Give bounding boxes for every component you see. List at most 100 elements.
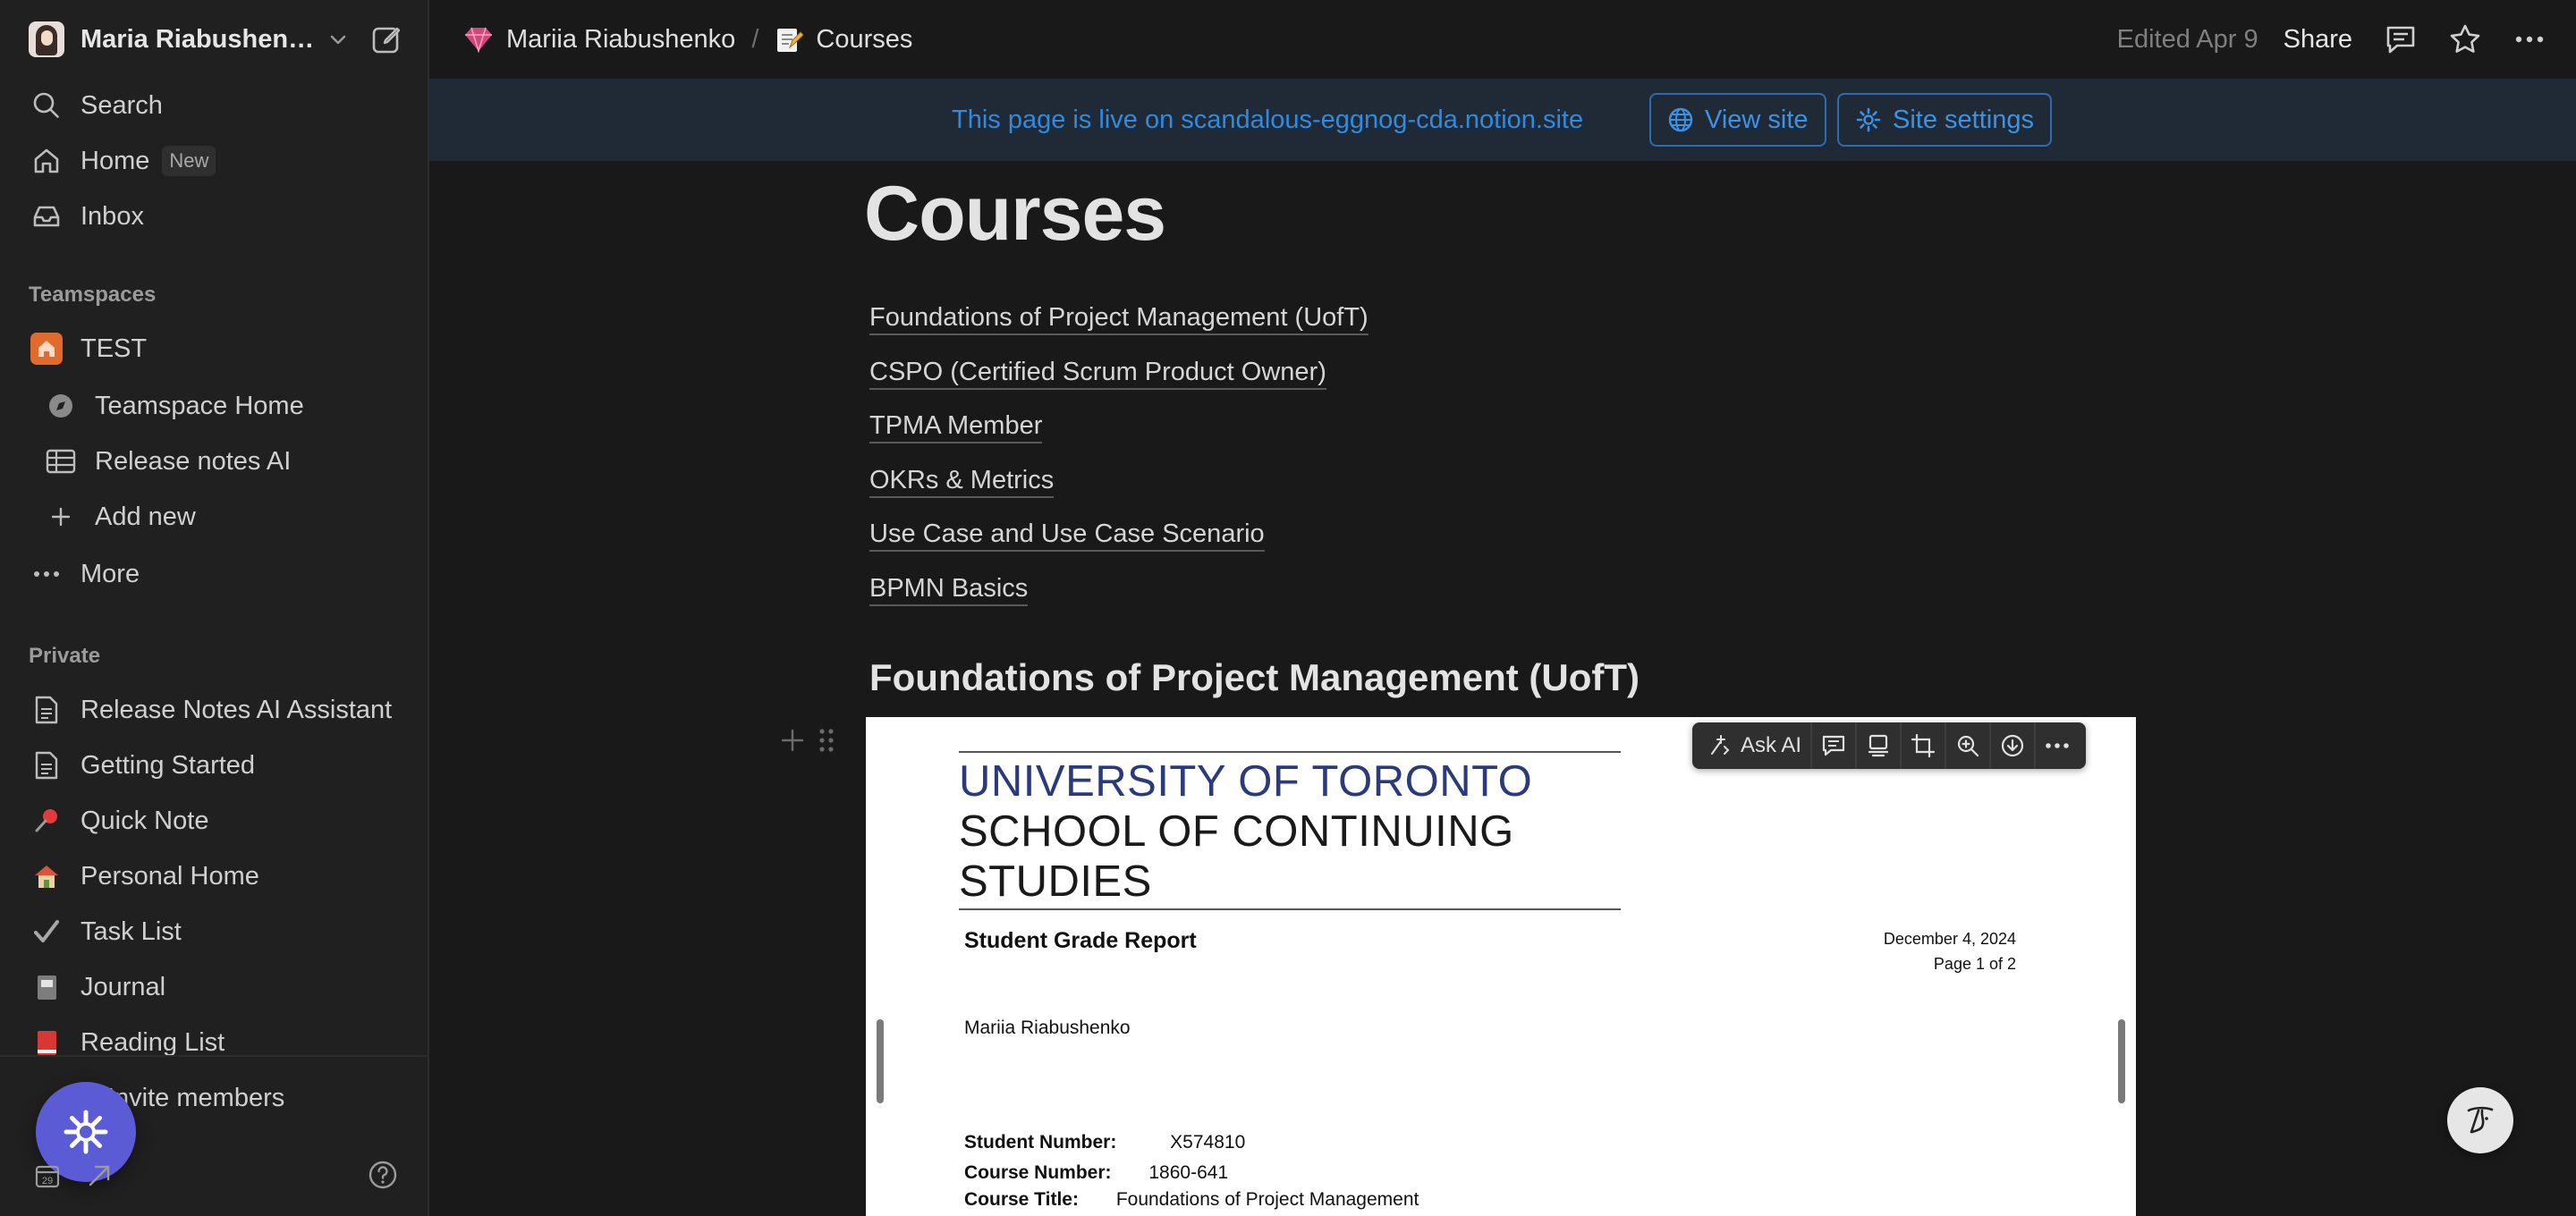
banner-text[interactable]: This page is live on scandalous-eggnog-c… xyxy=(952,106,1583,135)
view-site-button[interactable]: View site xyxy=(1649,93,1826,147)
checkmark-icon xyxy=(30,916,63,948)
new-page-icon[interactable] xyxy=(370,23,404,57)
share-button[interactable]: Share xyxy=(2284,25,2352,55)
view-site-label: View site xyxy=(1705,105,1809,134)
pdf-embed[interactable]: UNIVERSITY OF TORONTO SCHOOL OF CONTINUI… xyxy=(866,717,2136,1216)
sidebar-item-release-notes-ai-assistant[interactable]: Release Notes AI Assistant xyxy=(14,687,413,733)
notion-ai-face-icon xyxy=(2467,1106,2494,1134)
workspace-switcher[interactable]: Maria Riabushenko xyxy=(29,20,349,59)
sidebar-inbox[interactable]: Inbox xyxy=(14,193,413,240)
comment-icon[interactable] xyxy=(1812,722,1855,769)
more-icon[interactable] xyxy=(2512,21,2547,57)
breadcrumb-workspace[interactable]: Mariia Riabushenko xyxy=(506,25,735,55)
embed-toolbar: Ask AI xyxy=(1692,722,2087,769)
resize-handle-right[interactable] xyxy=(2118,1019,2125,1103)
drag-handle-icon[interactable] xyxy=(818,726,835,755)
caption-icon[interactable] xyxy=(1857,722,1900,769)
team-icon-wrap xyxy=(30,333,63,365)
ellipsis-icon xyxy=(30,558,63,590)
table-icon xyxy=(45,445,77,477)
course-number-value: 1860-641 xyxy=(1148,1162,1229,1183)
help-icon[interactable] xyxy=(367,1159,399,1191)
sidebar-item-label: Quick Note xyxy=(80,806,209,835)
calendar-day: 29 xyxy=(42,1176,53,1186)
sidebar-search[interactable]: Search xyxy=(14,82,413,129)
home-icon xyxy=(30,145,63,177)
sidebar-item-label: Task List xyxy=(80,916,182,946)
sidebar-item-label: Release Notes AI Assistant xyxy=(80,695,393,724)
compass-icon xyxy=(45,390,77,422)
crop-icon[interactable] xyxy=(1902,722,1945,769)
search-icon xyxy=(30,89,63,122)
download-icon[interactable] xyxy=(1991,722,2034,769)
site-settings-button[interactable]: Site settings xyxy=(1837,93,2052,147)
sidebar-more[interactable]: More xyxy=(14,551,413,597)
globe-icon xyxy=(1668,107,1693,132)
resize-handle-left[interactable] xyxy=(877,1019,884,1103)
edited-timestamp: Edited Apr 9 xyxy=(2116,24,2258,54)
section-heading[interactable]: Foundations of Project Management (UofT) xyxy=(869,656,1640,699)
course-link[interactable]: Use Case and Use Case Scenario xyxy=(869,515,1368,570)
calendar-icon[interactable]: 29 xyxy=(34,1162,61,1189)
course-link[interactable]: OKRs & Metrics xyxy=(869,461,1368,516)
sidebar-item-task-list[interactable]: Task List xyxy=(14,908,413,955)
document-title: Student Grade Report xyxy=(964,928,1197,953)
memo-icon xyxy=(775,24,804,55)
private-label: Private xyxy=(29,644,101,668)
notion-ai-fab[interactable] xyxy=(2447,1087,2513,1153)
breadcrumb-page[interactable]: Courses xyxy=(816,25,912,55)
sidebar-item-label: Reading List xyxy=(80,1027,225,1057)
sidebar-item-add-new[interactable]: Add new xyxy=(14,494,413,540)
school-name: SCHOOL OF CONTINUING STUDIES xyxy=(959,807,1514,906)
student-number-row: Student Number: X574810 xyxy=(964,1132,1245,1153)
sidebar-item-journal[interactable]: Journal xyxy=(14,964,413,1010)
page-title[interactable]: Courses xyxy=(864,170,1166,258)
sidebar-item-release-notes-ai[interactable]: Release notes AI xyxy=(14,438,413,485)
block-handle xyxy=(778,726,835,755)
ask-ai-label: Ask AI xyxy=(1741,733,1802,757)
add-block-icon[interactable] xyxy=(778,726,807,755)
plus-icon xyxy=(45,501,77,533)
zoom-icon[interactable] xyxy=(1946,722,1989,769)
sidebar-home[interactable]: Home New xyxy=(14,138,413,184)
course-link[interactable]: TPMA Member xyxy=(869,407,1368,461)
page-icon xyxy=(30,694,63,726)
gem-icon xyxy=(463,26,494,53)
course-number-row: Course Number: 1860-641 xyxy=(964,1162,1228,1184)
breadcrumb: Mariia Riabushenko / Courses xyxy=(463,0,912,79)
course-link[interactable]: BPMN Basics xyxy=(869,570,1368,624)
notebook-icon xyxy=(30,971,63,1003)
course-link[interactable]: Foundations of Project Management (UofT) xyxy=(869,299,1368,353)
document-page-number: Page 1 of 2 xyxy=(1933,955,2016,973)
sidebar-item-personal-home[interactable]: Personal Home xyxy=(14,853,413,899)
sidebar: Maria Riabushenko Search Home New Inbox … xyxy=(0,0,429,1216)
sidebar-search-label: Search xyxy=(80,90,163,120)
comments-icon[interactable] xyxy=(2383,21,2419,57)
invite-members-link[interactable]: Invite members xyxy=(107,1084,284,1113)
university-header: UNIVERSITY OF TORONTO SCHOOL OF CONTINUI… xyxy=(959,751,1621,910)
sidebar-item-quick-note[interactable]: Quick Note xyxy=(14,798,413,844)
sidebar-inbox-label: Inbox xyxy=(80,201,144,231)
sidebar-item-label: Personal Home xyxy=(80,861,259,891)
team-name: TEST xyxy=(80,334,148,363)
breadcrumb-separator: / xyxy=(751,24,759,54)
course-link[interactable]: CSPO (Certified Scrum Product Owner) xyxy=(869,353,1368,408)
sidebar-home-label: Home xyxy=(80,146,150,175)
sidebar-more-label: More xyxy=(80,559,140,588)
sidebar-item-label: Add new xyxy=(95,502,196,531)
ask-ai-button[interactable]: Ask AI xyxy=(1699,722,1810,769)
sidebar-item-getting-started[interactable]: Getting Started xyxy=(14,742,413,789)
sidebar-item-teamspace-home[interactable]: Teamspace Home xyxy=(14,383,413,429)
workspace-name: Maria Riabushenko xyxy=(80,24,315,54)
inbox-icon xyxy=(30,200,63,232)
star-icon[interactable] xyxy=(2447,21,2483,57)
send-icon[interactable] xyxy=(86,1162,113,1189)
house-team-icon xyxy=(30,333,63,365)
course-title-row: Course Title: Foundations of Project Man… xyxy=(964,1189,1419,1211)
site-settings-label: Site settings xyxy=(1893,105,2034,134)
course-title-value: Foundations of Project Management xyxy=(1115,1189,1419,1210)
embed-more-icon[interactable] xyxy=(2036,722,2079,769)
chevron-down-icon[interactable] xyxy=(327,29,349,50)
teamspaces-label: Teamspaces xyxy=(29,283,157,307)
sidebar-team-test[interactable]: TEST xyxy=(14,325,413,372)
